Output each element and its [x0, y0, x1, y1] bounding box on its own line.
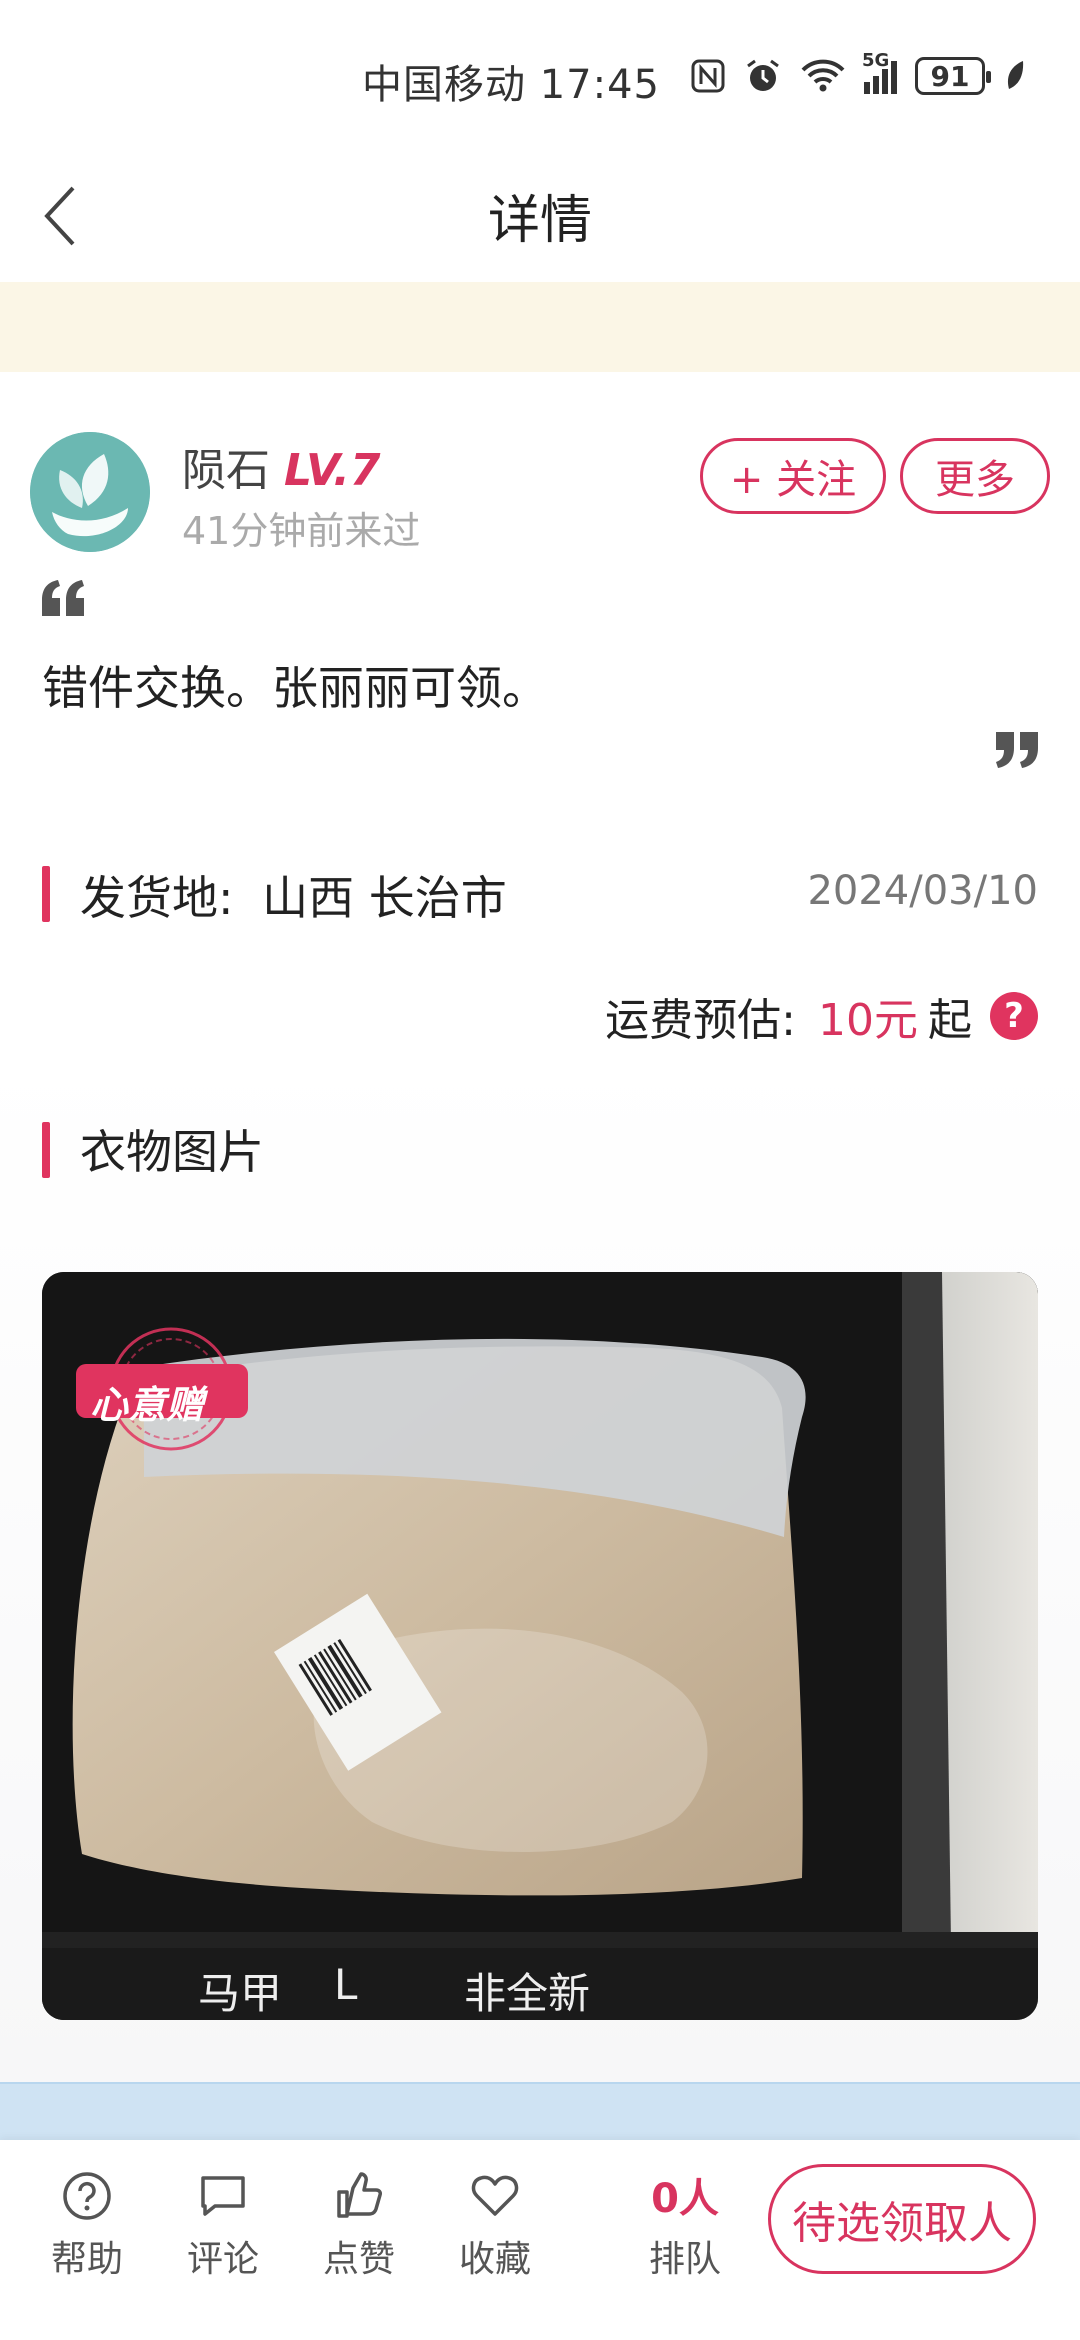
signal-icon: 5G — [862, 50, 897, 94]
follow-button[interactable]: + 关注 — [700, 438, 886, 514]
origin-value: 山西 长治市 — [262, 871, 507, 925]
comment-strip — [0, 2082, 1080, 2142]
user-level-badge: LV.7 — [284, 445, 381, 496]
user-name-row: 陨石 LV.7 — [182, 434, 381, 498]
user-name[interactable]: 陨石 — [182, 445, 270, 496]
battery-level: 91 — [930, 59, 970, 93]
heart-icon — [471, 2175, 519, 2216]
section-marker — [42, 1122, 50, 1178]
favorite-label: 收藏 — [458, 2239, 531, 2280]
like-label: 点赞 — [322, 2239, 395, 2280]
item-condition: 非全新 — [464, 1969, 591, 2018]
help-label: 帮助 — [50, 2239, 123, 2280]
section-marker — [42, 866, 50, 922]
photo-caption: 马甲 L 非全新 — [42, 1948, 1038, 2020]
bottom-action-bar: 帮助 评论 点赞 收藏 0人 排队 待选领取人 — [0, 2140, 1080, 2340]
ship-origin: 发货地: 山西 长治市 — [80, 862, 507, 928]
comment-label: 评论 — [186, 2239, 259, 2280]
network-type: 5G — [862, 50, 890, 71]
origin-label: 发货地: — [80, 871, 234, 925]
open-quote-icon — [42, 580, 84, 616]
item-size: L — [334, 1960, 358, 2009]
post-date: 2024/03/10 — [807, 868, 1038, 914]
comment-button[interactable]: 评论 — [168, 2170, 278, 2282]
post-message: 错件交换。张丽丽可领。 — [42, 661, 548, 715]
help-button[interactable]: 帮助 — [32, 2170, 142, 2282]
notice-strip — [0, 282, 1080, 372]
comment-icon — [201, 2176, 245, 2216]
gift-badge: 心意赠 — [76, 1324, 266, 1454]
item-type: 马甲 — [198, 1969, 283, 2018]
shipping-label: 运费预估: — [605, 995, 796, 1046]
close-quote-icon — [996, 732, 1038, 768]
last-seen: 41分钟前来过 — [182, 509, 421, 553]
more-button[interactable]: 更多 — [900, 438, 1050, 514]
carrier-name: 中国移动 — [362, 62, 526, 108]
queue-count: 0人 — [651, 2176, 719, 2222]
gift-badge-text: 心意赠 — [90, 1383, 205, 1427]
clothing-photo[interactable]: 心意赠 马甲 L 非全新 — [42, 1272, 1038, 2020]
nfc-icon — [691, 59, 725, 93]
status-bar: 中国移动 17:45 5G 91 — [0, 0, 1080, 150]
claim-button[interactable]: 待选领取人 — [768, 2164, 1036, 2274]
status-icons: 5G 91 — [690, 50, 1027, 98]
battery-icon: 91 — [915, 57, 991, 95]
help-circle-icon — [63, 2172, 111, 2220]
queue-label: 排队 — [648, 2239, 721, 2280]
favorite-button[interactable]: 收藏 — [440, 2170, 550, 2282]
photos-section-title: 衣物图片 — [80, 1125, 264, 1179]
avatar[interactable] — [30, 432, 150, 552]
queue-info: 0人 排队 — [630, 2166, 740, 2282]
shipping-estimate: 运费预估: 10元 起 ? — [605, 984, 1038, 1048]
like-button[interactable]: 点赞 — [304, 2170, 414, 2282]
post-content: 陨石 LV.7 41分钟前来过 + 关注 更多 错件交换。张丽丽可领。 发货地: … — [0, 372, 1080, 2072]
clock: 17:45 — [539, 62, 660, 108]
wifi-icon — [801, 59, 845, 92]
thumbs-up-icon — [337, 2172, 382, 2218]
nav-bar: 详情 — [0, 150, 1080, 282]
page-title: 详情 — [487, 191, 592, 251]
shipping-suffix: 起 — [928, 995, 972, 1046]
shipping-price: 10元 — [818, 995, 918, 1046]
shipping-help-icon[interactable]: ? — [990, 992, 1038, 1040]
avatar-leaf-icon — [30, 432, 150, 552]
leaf-icon — [1007, 61, 1024, 89]
carrier-time: 中国移动 17:45 — [362, 52, 660, 110]
alarm-icon — [747, 59, 779, 91]
